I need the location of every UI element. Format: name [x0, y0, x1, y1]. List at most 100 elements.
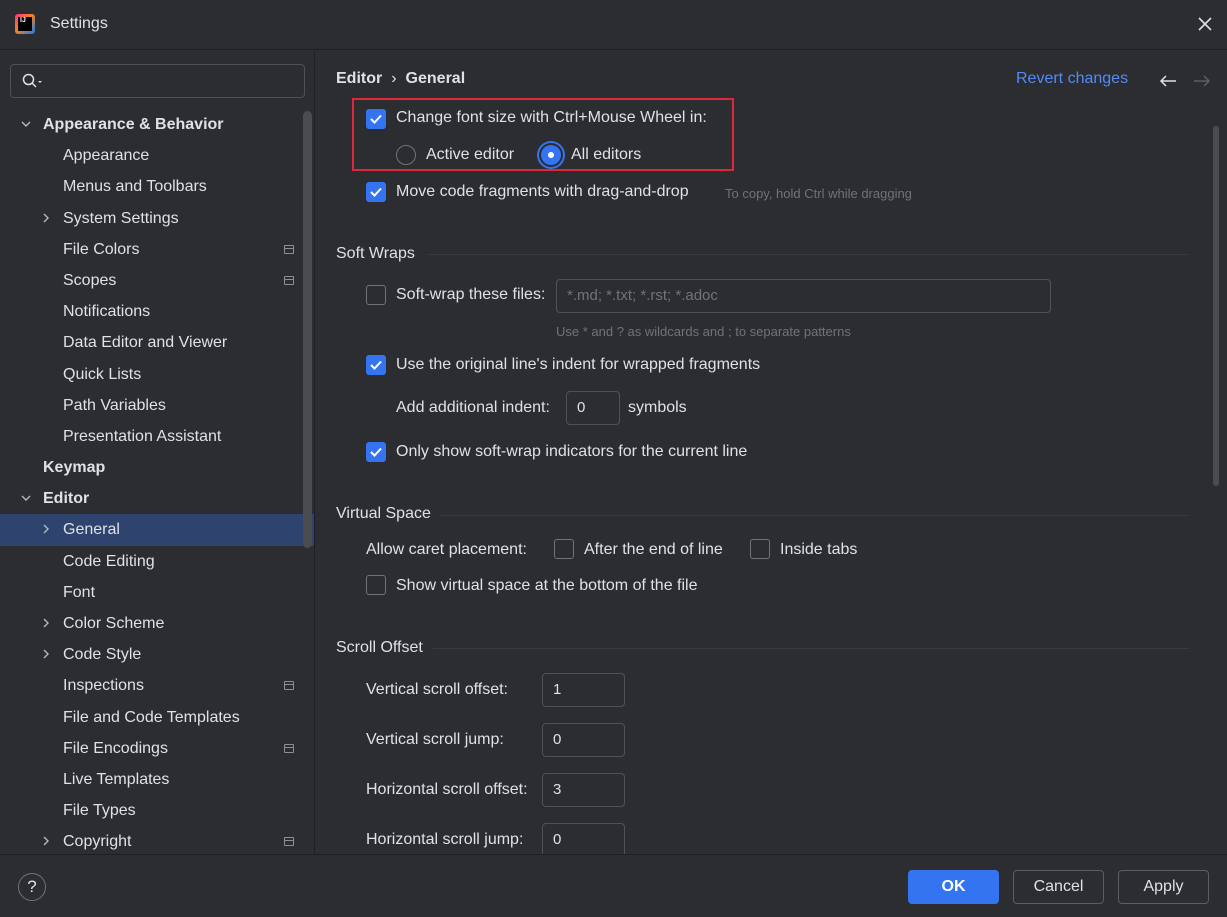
- sidebar-item-code-editing[interactable]: Code Editing: [0, 546, 302, 577]
- original-indent-label: Use the original line's indent for wrapp…: [396, 356, 761, 373]
- project-settings-icon: [284, 837, 294, 847]
- chevron-down-icon[interactable]: [20, 118, 32, 130]
- chevron-right-icon[interactable]: [40, 523, 52, 535]
- checkmark-icon: [370, 187, 382, 197]
- intellij-idea-logo-icon: IJ: [15, 14, 35, 34]
- sidebar-item-label: Color Scheme: [63, 615, 165, 632]
- chevron-down-icon[interactable]: [20, 492, 32, 504]
- after-end-of-line-label: After the end of line: [584, 541, 723, 558]
- sidebar-item-presentation-assistant[interactable]: Presentation Assistant: [0, 421, 302, 452]
- sidebar-item-general[interactable]: General: [0, 514, 314, 546]
- section-divider: [440, 515, 1189, 516]
- sidebar-item-scopes[interactable]: Scopes: [0, 265, 302, 296]
- revert-changes-link[interactable]: Revert changes: [1016, 70, 1128, 88]
- vertical-scroll-jump-input[interactable]: 0: [542, 723, 625, 757]
- search-box[interactable]: [10, 64, 305, 98]
- active-editor-radio[interactable]: [396, 145, 416, 165]
- sidebar-item-label: Editor: [43, 490, 90, 508]
- ok-button[interactable]: OK: [908, 870, 999, 904]
- sidebar-item-label: Data Editor and Viewer: [63, 334, 228, 352]
- drag-drop-checkbox[interactable]: [366, 182, 386, 202]
- sidebar-item-file-colors[interactable]: File Colors: [0, 234, 302, 265]
- virtual-space-bottom-checkbox[interactable]: [366, 575, 386, 595]
- drag-drop-hint: To copy, hold Ctrl while dragging: [725, 186, 912, 201]
- sidebar-item-label: Code Style: [63, 646, 142, 664]
- vertical-scroll-offset-input[interactable]: 1: [542, 673, 625, 707]
- sidebar-item-label: File Colors: [63, 240, 140, 258]
- horizontal-scroll-jump-input[interactable]: 0: [542, 823, 625, 854]
- checkmark-icon: [370, 360, 382, 370]
- soft-wrap-patterns-input[interactable]: *.md; *.txt; *.rst; *.adoc: [556, 279, 1051, 313]
- inside-tabs-checkbox[interactable]: [750, 539, 770, 559]
- sidebar-item-appearance[interactable]: Appearance: [0, 140, 302, 171]
- arrow-left-icon[interactable]: [1159, 74, 1177, 88]
- sidebar-item-appearance-behavior[interactable]: Appearance & Behavior: [0, 109, 302, 140]
- scroll-offset-title: Scroll Offset: [336, 639, 423, 656]
- section-divider: [427, 254, 1189, 255]
- sidebar-scrollbar[interactable]: [303, 111, 312, 548]
- breadcrumb-separator: ›: [391, 70, 397, 87]
- horizontal-scroll-offset-input[interactable]: 3: [542, 773, 625, 807]
- drag-drop-label: Move code fragments with drag-and-drop: [396, 183, 689, 200]
- sidebar-item-color-scheme[interactable]: Color Scheme: [0, 608, 302, 639]
- chevron-right-icon[interactable]: [40, 617, 52, 629]
- inside-tabs-label: Inside tabs: [780, 541, 858, 558]
- search-input[interactable]: [51, 70, 291, 92]
- sidebar-item-label: Keymap: [43, 459, 106, 477]
- sidebar-item-font[interactable]: Font: [0, 577, 302, 608]
- all-editors-label: All editors: [571, 146, 642, 163]
- chevron-right-icon[interactable]: [40, 835, 52, 847]
- sidebar-item-label: Font: [63, 583, 96, 601]
- sidebar-item-system-settings[interactable]: System Settings: [0, 203, 302, 234]
- sidebar-item-code-style[interactable]: Code Style: [0, 639, 302, 670]
- breadcrumb-item-general: General: [405, 70, 466, 87]
- additional-indent-label: Add additional indent:: [396, 399, 550, 416]
- horizontal-scroll-offset-label: Horizontal scroll offset:: [366, 781, 528, 798]
- sidebar-item-label: Copyright: [63, 833, 132, 851]
- sidebar-item-file-encodings[interactable]: File Encodings: [0, 733, 302, 764]
- project-settings-icon: [284, 244, 294, 254]
- vertical-scroll-jump-label: Vertical scroll jump:: [366, 731, 504, 748]
- close-icon[interactable]: [1195, 14, 1215, 34]
- sidebar-item-data-editor-and-viewer[interactable]: Data Editor and Viewer: [0, 327, 302, 358]
- breadcrumb-item-editor[interactable]: Editor: [336, 70, 382, 87]
- font-size-wheel-checkbox[interactable]: [366, 109, 386, 129]
- chevron-right-icon[interactable]: [40, 648, 52, 660]
- help-icon[interactable]: ?: [18, 873, 46, 901]
- sidebar-item-notifications[interactable]: Notifications: [0, 296, 302, 327]
- sidebar-item-file-and-code-templates[interactable]: File and Code Templates: [0, 702, 302, 733]
- settings-tree: Appearance & Behavior Appearance Menus and…: [0, 109, 314, 854]
- sidebar-item-label: Inspections: [63, 677, 144, 695]
- project-settings-icon: [284, 681, 294, 691]
- sidebar-item-file-types[interactable]: File Types: [0, 795, 302, 826]
- all-editors-radio[interactable]: [541, 145, 561, 165]
- cancel-button[interactable]: Cancel: [1013, 870, 1104, 904]
- chevron-right-icon[interactable]: [40, 212, 52, 224]
- sidebar-item-label: File Encodings: [63, 739, 168, 757]
- sidebar-item-label: Quick Lists: [63, 365, 142, 383]
- additional-indent-input[interactable]: 0: [566, 391, 620, 425]
- after-end-of-line-checkbox[interactable]: [554, 539, 574, 559]
- settings-panel: Editor › General Revert changes Change fon…: [316, 51, 1227, 854]
- main-scrollbar[interactable]: [1213, 126, 1219, 486]
- original-indent-checkbox[interactable]: [366, 355, 386, 375]
- sidebar-item-live-templates[interactable]: Live Templates: [0, 764, 302, 795]
- checkmark-icon: [370, 114, 382, 124]
- soft-wrap-files-checkbox[interactable]: [366, 285, 386, 305]
- apply-button[interactable]: Apply: [1118, 870, 1209, 904]
- sidebar-item-copyright[interactable]: Copyright: [0, 826, 302, 854]
- soft-wrap-indicators-label: Only show soft-wrap indicators for the c…: [396, 443, 748, 460]
- window-title: Settings: [50, 15, 108, 32]
- soft-wrap-indicators-checkbox[interactable]: [366, 442, 386, 462]
- sidebar-item-label: General: [63, 521, 120, 539]
- vertical-scroll-offset-label: Vertical scroll offset:: [366, 681, 508, 698]
- sidebar-item-inspections[interactable]: Inspections: [0, 670, 302, 701]
- sidebar-item-keymap[interactable]: Keymap: [0, 452, 302, 483]
- sidebar-item-menus-and-toolbars[interactable]: Menus and Toolbars: [0, 171, 302, 202]
- sidebar-item-editor[interactable]: Editor: [0, 483, 302, 514]
- sidebar-item-quick-lists[interactable]: Quick Lists: [0, 359, 302, 390]
- title-bar: IJ Settings: [0, 0, 1227, 50]
- sidebar-item-path-variables[interactable]: Path Variables: [0, 390, 302, 421]
- arrow-right-icon[interactable]: [1193, 74, 1211, 88]
- sidebar-item-label: Presentation Assistant: [63, 427, 222, 445]
